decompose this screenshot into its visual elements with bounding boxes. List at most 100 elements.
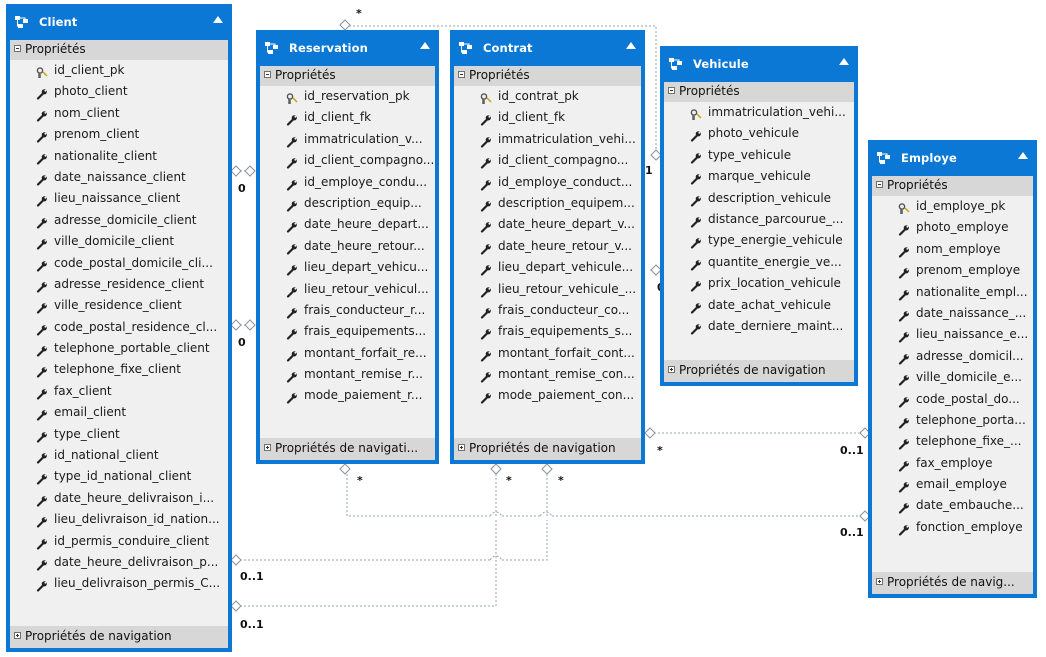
- property-row[interactable]: immatriculation_vehi...: [454, 129, 641, 150]
- property-row[interactable]: code_postal_domicile_cli...: [10, 253, 228, 274]
- property-row[interactable]: id_employe_pk: [872, 196, 1033, 217]
- property-row[interactable]: fax_employe: [872, 453, 1033, 474]
- property-row[interactable]: frais_equipements...: [260, 321, 435, 342]
- property-row[interactable]: lieu_naissance_client: [10, 188, 228, 209]
- properties-section-header[interactable]: Propriétés: [872, 176, 1033, 196]
- property-row[interactable]: id_client_fk: [260, 107, 435, 128]
- property-row[interactable]: prenom_employe: [872, 260, 1033, 281]
- collapse-toggle-icon[interactable]: [458, 71, 465, 78]
- property-row[interactable]: id_client_fk: [454, 107, 641, 128]
- property-row[interactable]: id_national_client: [10, 445, 228, 466]
- property-row[interactable]: type_client: [10, 424, 228, 445]
- property-row[interactable]: date_heure_depart...: [260, 214, 435, 235]
- property-row[interactable]: photo_employe: [872, 217, 1033, 238]
- property-row[interactable]: lieu_delivraison_permis_C...: [10, 573, 228, 594]
- property-row[interactable]: frais_conducteur_r...: [260, 300, 435, 321]
- property-row[interactable]: lieu_retour_vehicule_...: [454, 279, 641, 300]
- property-row[interactable]: adresse_domicil...: [872, 346, 1033, 367]
- property-row[interactable]: id_permis_conduire_client: [10, 531, 228, 552]
- property-row[interactable]: prix_location_vehicule: [664, 273, 854, 294]
- property-row[interactable]: date_naissance_client: [10, 167, 228, 188]
- property-row[interactable]: telephone_fixe_client: [10, 359, 228, 380]
- property-row[interactable]: date_derniere_maint...: [664, 316, 854, 337]
- property-row[interactable]: frais_equipements_s...: [454, 321, 641, 342]
- entity-header[interactable]: Client: [6, 4, 232, 40]
- expand-toggle-icon[interactable]: [14, 632, 21, 639]
- chevron-up-icon[interactable]: [213, 16, 223, 23]
- property-row[interactable]: montant_remise_r...: [260, 364, 435, 385]
- property-row[interactable]: lieu_naissance_e...: [872, 324, 1033, 345]
- property-row[interactable]: description_equip...: [260, 193, 435, 214]
- property-row[interactable]: id_client_compagno...: [260, 150, 435, 171]
- property-row[interactable]: id_contrat_pk: [454, 86, 641, 107]
- entity-header[interactable]: Reservation: [256, 30, 439, 66]
- entity-employe[interactable]: Employe Propriétés id_employe_pk photo_empl…: [868, 140, 1037, 598]
- entity-reservation[interactable]: Reservation Propriétés id_reservation_pk id…: [256, 30, 439, 464]
- properties-section-header[interactable]: Propriétés: [454, 66, 641, 86]
- property-row[interactable]: lieu_depart_vehicule...: [454, 257, 641, 278]
- property-row[interactable]: mode_paiement_r...: [260, 385, 435, 406]
- collapse-toggle-icon[interactable]: [14, 45, 21, 52]
- property-row[interactable]: fonction_employe: [872, 517, 1033, 538]
- property-row[interactable]: lieu_depart_vehicu...: [260, 257, 435, 278]
- expand-toggle-icon[interactable]: [264, 444, 271, 451]
- property-row[interactable]: mode_paiement_con...: [454, 385, 641, 406]
- property-row[interactable]: nom_employe: [872, 239, 1033, 260]
- property-row[interactable]: description_vehicule: [664, 188, 854, 209]
- navigation-properties-header[interactable]: Propriétés de navigation: [10, 626, 228, 648]
- navigation-properties-header[interactable]: Propriétés de navig...: [872, 572, 1033, 594]
- property-row[interactable]: email_client: [10, 402, 228, 423]
- property-row[interactable]: ville_domicile_client: [10, 231, 228, 252]
- property-row[interactable]: id_client_compagno...: [454, 150, 641, 171]
- entity-header[interactable]: Employe: [868, 140, 1037, 176]
- property-row[interactable]: date_heure_delivraison_i...: [10, 488, 228, 509]
- expand-toggle-icon[interactable]: [876, 578, 883, 585]
- entity-contrat[interactable]: Contrat Propriétés id_contrat_pk id_client_…: [450, 30, 645, 464]
- property-row[interactable]: date_achat_vehicule: [664, 295, 854, 316]
- navigation-properties-header[interactable]: Propriétés de navigati...: [260, 438, 435, 460]
- property-row[interactable]: date_heure_delivraison_p...: [10, 552, 228, 573]
- property-row[interactable]: lieu_retour_vehicul...: [260, 279, 435, 300]
- property-row[interactable]: date_heure_depart_v...: [454, 214, 641, 235]
- entity-header[interactable]: Contrat: [450, 30, 645, 66]
- property-row[interactable]: email_employe: [872, 474, 1033, 495]
- navigation-properties-header[interactable]: Propriétés de navigation: [454, 438, 641, 460]
- property-row[interactable]: telephone_portable_client: [10, 338, 228, 359]
- property-row[interactable]: id_reservation_pk: [260, 86, 435, 107]
- collapse-toggle-icon[interactable]: [264, 71, 271, 78]
- chevron-up-icon[interactable]: [420, 42, 430, 49]
- property-row[interactable]: nationalite_empl...: [872, 282, 1033, 303]
- property-row[interactable]: nationalite_client: [10, 146, 228, 167]
- property-row[interactable]: date_naissance_...: [872, 303, 1033, 324]
- property-row[interactable]: photo_client: [10, 81, 228, 102]
- property-row[interactable]: type_vehicule: [664, 145, 854, 166]
- property-row[interactable]: ville_domicile_e...: [872, 367, 1033, 388]
- property-row[interactable]: adresse_domicile_client: [10, 210, 228, 231]
- property-row[interactable]: nom_client: [10, 103, 228, 124]
- property-row[interactable]: prenom_client: [10, 124, 228, 145]
- property-row[interactable]: marque_vehicule: [664, 166, 854, 187]
- properties-section-header[interactable]: Propriétés: [664, 82, 854, 102]
- property-row[interactable]: code_postal_do...: [872, 389, 1033, 410]
- property-row[interactable]: date_heure_retour...: [260, 236, 435, 257]
- property-row[interactable]: quantite_energie_ve...: [664, 252, 854, 273]
- property-row[interactable]: frais_conducteur_co...: [454, 300, 641, 321]
- expand-toggle-icon[interactable]: [458, 444, 465, 451]
- property-row[interactable]: lieu_delivraison_id_nation...: [10, 509, 228, 530]
- property-row[interactable]: ville_residence_client: [10, 295, 228, 316]
- navigation-properties-header[interactable]: Propriétés de navigation: [664, 360, 854, 382]
- property-row[interactable]: id_employe_conduct...: [454, 172, 641, 193]
- property-row[interactable]: fax_client: [10, 381, 228, 402]
- property-row[interactable]: telephone_fixe_...: [872, 431, 1033, 452]
- property-row[interactable]: immatriculation_v...: [260, 129, 435, 150]
- property-row[interactable]: date_embauche...: [872, 495, 1033, 516]
- property-row[interactable]: id_client_pk: [10, 60, 228, 81]
- property-row[interactable]: date_heure_retour_v...: [454, 236, 641, 257]
- collapse-toggle-icon[interactable]: [668, 87, 675, 94]
- property-row[interactable]: description_equipem...: [454, 193, 641, 214]
- property-row[interactable]: telephone_porta...: [872, 410, 1033, 431]
- property-row[interactable]: adresse_residence_client: [10, 274, 228, 295]
- expand-toggle-icon[interactable]: [668, 366, 675, 373]
- properties-section-header[interactable]: Propriétés: [10, 40, 228, 60]
- property-row[interactable]: immatriculation_vehi...: [664, 102, 854, 123]
